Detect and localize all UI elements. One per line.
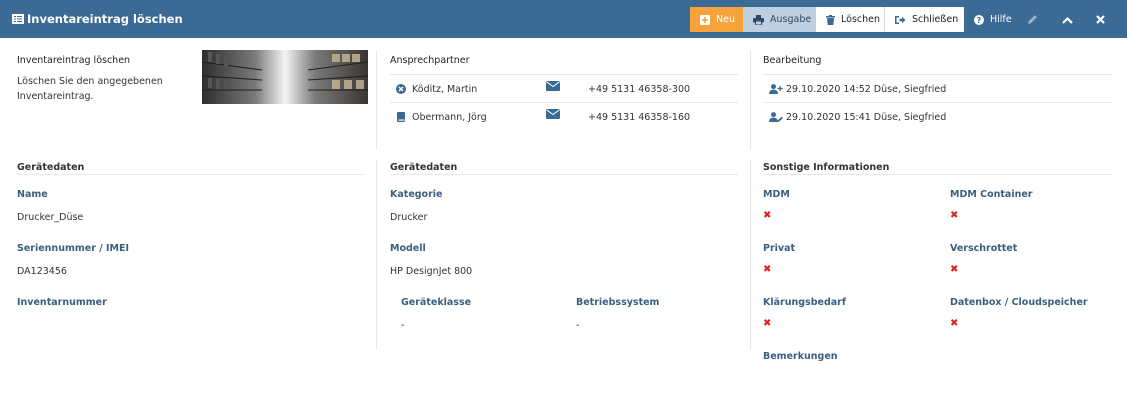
archive-shelves-image [202, 50, 368, 104]
model-value: HP DesignJet 800 [390, 266, 473, 277]
divider [390, 74, 738, 75]
device-class-label: Geräteklasse [401, 297, 472, 308]
help-button-label: Hilfe [990, 14, 1012, 25]
close-button-label: Schließen [912, 14, 959, 25]
contact-row [396, 84, 406, 94]
divider [763, 102, 1112, 103]
other-info-heading: Sonstige Informationen [763, 162, 890, 173]
list-icon [12, 14, 24, 24]
inventory-number-label: Inventarnummer [17, 297, 107, 308]
os-value: - [576, 320, 580, 331]
name-label: Name [17, 189, 48, 200]
mdm-label: MDM [763, 189, 790, 200]
pencil-icon [1028, 15, 1037, 24]
serial-value: DA123456 [17, 266, 67, 277]
contact-name[interactable]: Köditz, Martin [412, 84, 477, 95]
plus-square-icon [700, 14, 710, 25]
private-label: Privat [763, 243, 796, 254]
device-data-heading: Gerätedaten [17, 162, 85, 173]
name-value: Drucker_Düse [17, 212, 84, 223]
title-bar: Inventareintrag löschen Neu Ausgabe Lösc… [0, 0, 1127, 38]
divider [376, 160, 377, 350]
svg-text:?: ? [977, 16, 982, 25]
chevron-up-icon [1062, 16, 1073, 24]
private-false-icon: ✖ [763, 264, 772, 275]
trash-icon [826, 14, 835, 25]
close-button[interactable]: Schließen [885, 7, 964, 32]
contact-phone[interactable]: +49 5131 46358-160 [588, 112, 690, 123]
edit-button[interactable] [1020, 7, 1045, 32]
category-label: Kategorie [390, 189, 443, 200]
collapse-button[interactable] [1055, 7, 1080, 32]
close-icon [1096, 15, 1105, 24]
sign-out-icon [895, 15, 906, 24]
category-value: Drucker [390, 212, 428, 223]
scrapped-label: Verschrottet [950, 243, 1018, 254]
created-text: 29.10.2020 14:52 Düse, Siegfried [786, 84, 947, 95]
user-edit-icon [769, 112, 783, 122]
mdm-container-label: MDM Container [950, 189, 1033, 200]
print-button-label: Ausgabe [770, 14, 812, 25]
divider [763, 174, 1112, 175]
divider [390, 174, 738, 175]
model-label: Modell [390, 243, 426, 254]
print-button[interactable]: Ausgabe [743, 7, 816, 32]
contact-phone[interactable]: +49 5131 46358-300 [588, 84, 690, 95]
clarification-label: Klärungsbedarf [763, 297, 846, 308]
modified-row [769, 112, 783, 122]
divider [750, 160, 751, 350]
circle-x-icon [396, 84, 406, 94]
divider [17, 174, 365, 175]
printer-icon [753, 14, 764, 25]
delete-button[interactable]: Löschen [816, 7, 885, 32]
user-plus-icon [769, 84, 783, 94]
question-circle-icon: ? [974, 14, 984, 25]
help-button[interactable]: ? Hilfe [970, 7, 1016, 32]
contact-name[interactable]: Obermann, Jörg [412, 112, 487, 123]
email-button[interactable] [546, 81, 560, 91]
modified-text: 29.10.2020 15:41 Düse, Siegfried [786, 112, 947, 123]
os-label: Betriebssystem [576, 297, 660, 308]
envelope-icon [546, 109, 560, 119]
remarks-label: Bemerkungen [763, 351, 838, 362]
archive-shelves-photo [202, 50, 368, 104]
envelope-icon [546, 81, 560, 91]
intro-heading: Inventareintrag löschen [17, 55, 131, 66]
mdm-false-icon: ✖ [763, 210, 772, 221]
new-button[interactable]: Neu [690, 7, 743, 32]
new-button-label: Neu [716, 14, 735, 25]
intro-description-2: Inventareintrag. [17, 91, 94, 102]
email-button[interactable] [546, 109, 560, 119]
divider [763, 74, 1112, 75]
editing-heading: Bearbeitung [763, 55, 822, 66]
delete-button-label: Löschen [841, 14, 880, 25]
device-class-value: - [401, 320, 405, 331]
divider [376, 50, 377, 150]
intro-description: Löschen Sie den angegebenen [17, 76, 163, 87]
device-data-heading: Gerätedaten [390, 162, 458, 173]
clarification-false-icon: ✖ [763, 318, 772, 329]
divider [750, 50, 751, 150]
databox-label: Datenbox / Cloudspeicher [950, 297, 1088, 308]
scrapped-false-icon: ✖ [950, 264, 959, 275]
databox-false-icon: ✖ [950, 318, 959, 329]
contact-row [397, 112, 405, 122]
dismiss-button[interactable] [1088, 7, 1113, 32]
window-title: Inventareintrag löschen [12, 0, 183, 38]
contacts-heading: Ansprechpartner [390, 55, 470, 66]
book-icon [397, 112, 405, 122]
serial-label: Seriennummer / IMEI [17, 243, 129, 254]
window-title-text: Inventareintrag löschen [27, 12, 183, 26]
created-row [769, 84, 783, 94]
mdm-container-false-icon: ✖ [950, 210, 959, 221]
divider [390, 102, 738, 103]
